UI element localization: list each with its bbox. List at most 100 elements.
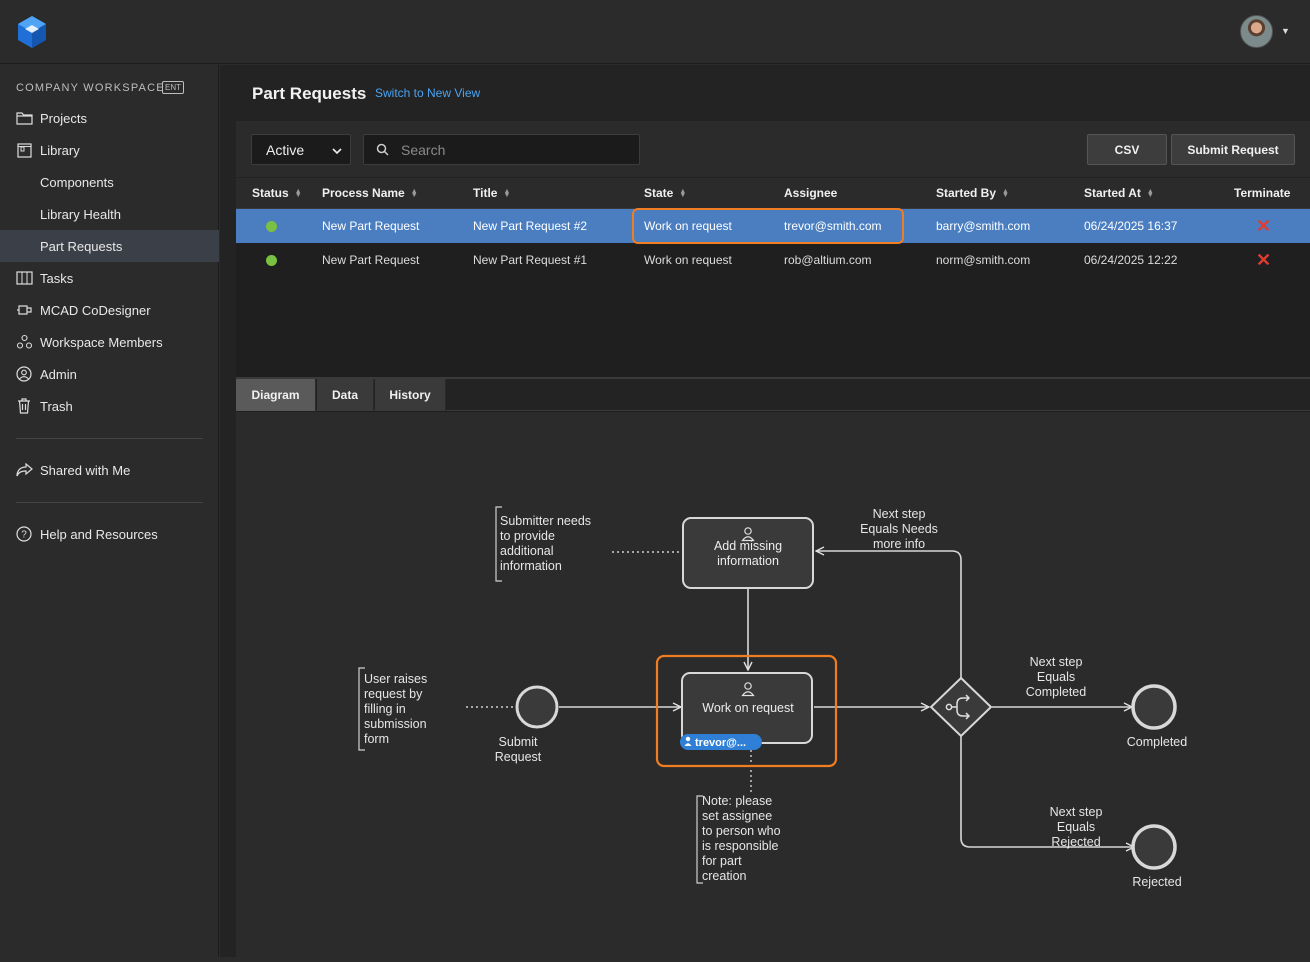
tab-history[interactable]: History bbox=[375, 379, 446, 411]
column-header-started-by[interactable]: Started By ▲ ▼ bbox=[936, 186, 1009, 200]
label-submit-request: Submit Request bbox=[495, 735, 542, 764]
library-icon bbox=[15, 141, 33, 159]
workspace-label: COMPANY WORKSPACE bbox=[16, 82, 165, 94]
column-header-status[interactable]: Status ▲ ▼ bbox=[252, 186, 302, 200]
cell-started-at: 06/24/2025 12:22 bbox=[1084, 253, 1178, 267]
switch-view-link[interactable]: Switch to New View bbox=[375, 86, 480, 100]
sidebar-item-library-health[interactable]: Library Health bbox=[0, 198, 219, 230]
cell-started-at: 06/24/2025 16:37 bbox=[1084, 219, 1178, 233]
sort-icon: ▲ ▼ bbox=[503, 187, 511, 199]
flow-arrow bbox=[960, 735, 1134, 847]
user-avatar[interactable] bbox=[1240, 15, 1273, 48]
diagram-label: Add missing bbox=[714, 539, 782, 553]
sidebar-item-tasks[interactable]: Tasks bbox=[0, 262, 219, 294]
table-row[interactable]: New Part Request New Part Request #1 Wor… bbox=[236, 243, 1310, 277]
sidebar-item-label: Help and Resources bbox=[40, 526, 158, 542]
sidebar-item-mcad-codesigner[interactable]: MCAD CoDesigner bbox=[0, 294, 219, 326]
column-label: Title bbox=[473, 186, 498, 200]
cell-title: New Part Request #1 bbox=[473, 253, 588, 267]
csv-button[interactable]: CSV bbox=[1087, 134, 1167, 165]
diagram-label: Work on request bbox=[702, 701, 794, 715]
sidebar-item-part-requests[interactable]: Part Requests bbox=[0, 230, 219, 262]
condition-more-info: Next step Equals Needs more info bbox=[860, 507, 938, 551]
cell-started-by: barry@smith.com bbox=[936, 219, 1031, 233]
sort-icon: ▲ ▼ bbox=[294, 187, 302, 199]
submit-request-button[interactable]: Submit Request bbox=[1171, 134, 1295, 165]
admin-icon bbox=[15, 365, 33, 383]
annotation-assignee-note: Note: please set assignee to person who is … bbox=[702, 794, 781, 883]
terminate-icon[interactable]: ✕ bbox=[1256, 217, 1271, 235]
flow-arrow bbox=[816, 551, 962, 679]
column-header-title[interactable]: Title ▲ ▼ bbox=[473, 186, 510, 200]
column-label: Terminate bbox=[1234, 186, 1291, 200]
cell-started-by: norm@smith.com bbox=[936, 253, 1031, 267]
sidebar-item-components[interactable]: Components bbox=[0, 166, 219, 198]
search-box[interactable] bbox=[363, 134, 640, 165]
sidebar-item-label: MCAD CoDesigner bbox=[40, 302, 151, 318]
column-header-process-name[interactable]: Process Name ▲ ▼ bbox=[322, 186, 418, 200]
sidebar-item-label: Components bbox=[40, 174, 114, 190]
sidebar-item-help-and-resources[interactable]: ? Help and Resources bbox=[0, 518, 219, 550]
share-icon bbox=[15, 461, 33, 479]
altium-logo-icon[interactable] bbox=[16, 15, 48, 49]
sidebar-item-admin[interactable]: Admin bbox=[0, 358, 219, 390]
sidebar-divider bbox=[16, 502, 203, 503]
column-label: Status bbox=[252, 186, 289, 200]
sidebar-item-label: Projects bbox=[40, 110, 87, 126]
help-icon: ? bbox=[15, 525, 33, 543]
trash-icon bbox=[15, 397, 33, 415]
sort-icon: ▲ ▼ bbox=[679, 187, 687, 199]
column-label: Process Name bbox=[322, 186, 405, 200]
column-header-started-at[interactable]: Started At ▲ ▼ bbox=[1084, 186, 1154, 200]
status-filter-select[interactable]: Active bbox=[251, 134, 351, 165]
column-label: Started By bbox=[936, 186, 997, 200]
status-indicator bbox=[266, 255, 277, 266]
sort-icon: ▲ ▼ bbox=[1002, 187, 1009, 199]
column-label: Started At bbox=[1084, 186, 1141, 200]
detail-tabs: Diagram Data History bbox=[236, 377, 1310, 411]
search-input[interactable] bbox=[401, 141, 621, 158]
chevron-down-icon bbox=[332, 143, 342, 159]
label-completed: Completed bbox=[1127, 735, 1187, 749]
column-header-assignee: Assignee bbox=[784, 186, 837, 200]
column-header-state[interactable]: State ▲ ▼ bbox=[644, 186, 686, 200]
cell-process-name: New Part Request bbox=[322, 253, 420, 267]
svg-text:Add missinginformation: Add missing information bbox=[714, 539, 782, 568]
column-header-terminate: Terminate bbox=[1234, 186, 1290, 200]
folder-icon bbox=[15, 109, 33, 127]
page-title: Part Requests bbox=[252, 84, 367, 103]
assignee-badge-label: trevor@... bbox=[695, 737, 746, 749]
status-filter-value: Active bbox=[266, 141, 305, 158]
tab-diagram[interactable]: Diagram bbox=[236, 379, 316, 411]
sidebar-item-label: Workspace Members bbox=[40, 334, 163, 350]
column-label: Assignee bbox=[784, 186, 838, 200]
diagram-label: information bbox=[717, 554, 779, 568]
diagram-canvas: Add missing information Work on request t… bbox=[358, 506, 1187, 889]
sidebar-item-workspace-members[interactable]: Workspace Members bbox=[0, 326, 219, 358]
annotation-submitter: Submitter needs to provide additional infor… bbox=[500, 514, 591, 573]
end-event-completed bbox=[1131, 684, 1177, 730]
terminate-icon[interactable]: ✕ bbox=[1256, 251, 1271, 269]
sort-icon: ▲ ▼ bbox=[1146, 187, 1154, 199]
sort-icon: ▲ ▼ bbox=[410, 187, 418, 199]
sidebar-item-label: Shared with Me bbox=[40, 462, 131, 478]
cell-assignee: rob@altium.com bbox=[784, 253, 872, 267]
table-header: Status ▲ ▼ Process Name ▲ ▼ Title ▲ ▼ State ▲ ▼ … bbox=[236, 178, 1310, 209]
sidebar-item-trash[interactable]: Trash bbox=[0, 390, 219, 422]
column-label: State bbox=[644, 186, 674, 200]
top-bar: ▼ bbox=[0, 0, 1310, 64]
sidebar-item-shared-with-me[interactable]: Shared with Me bbox=[0, 454, 219, 486]
cell-process-name: New Part Request bbox=[322, 219, 420, 233]
start-event-submit-request bbox=[515, 685, 559, 729]
cell-title: New Part Request #2 bbox=[473, 219, 588, 233]
tab-data[interactable]: Data bbox=[317, 379, 374, 411]
members-icon bbox=[15, 333, 33, 351]
sidebar-item-library[interactable]: Library bbox=[0, 134, 219, 166]
sidebar-item-projects[interactable]: Projects bbox=[0, 102, 219, 134]
chevron-down-icon[interactable]: ▼ bbox=[1281, 26, 1290, 36]
task-add-missing-information bbox=[682, 517, 814, 589]
svg-text:?: ? bbox=[21, 530, 27, 541]
condition-rejected: Next step Equals Rejected bbox=[1050, 805, 1103, 849]
sidebar-item-label: Trash bbox=[40, 398, 73, 414]
label-rejected: Rejected bbox=[1132, 875, 1181, 889]
